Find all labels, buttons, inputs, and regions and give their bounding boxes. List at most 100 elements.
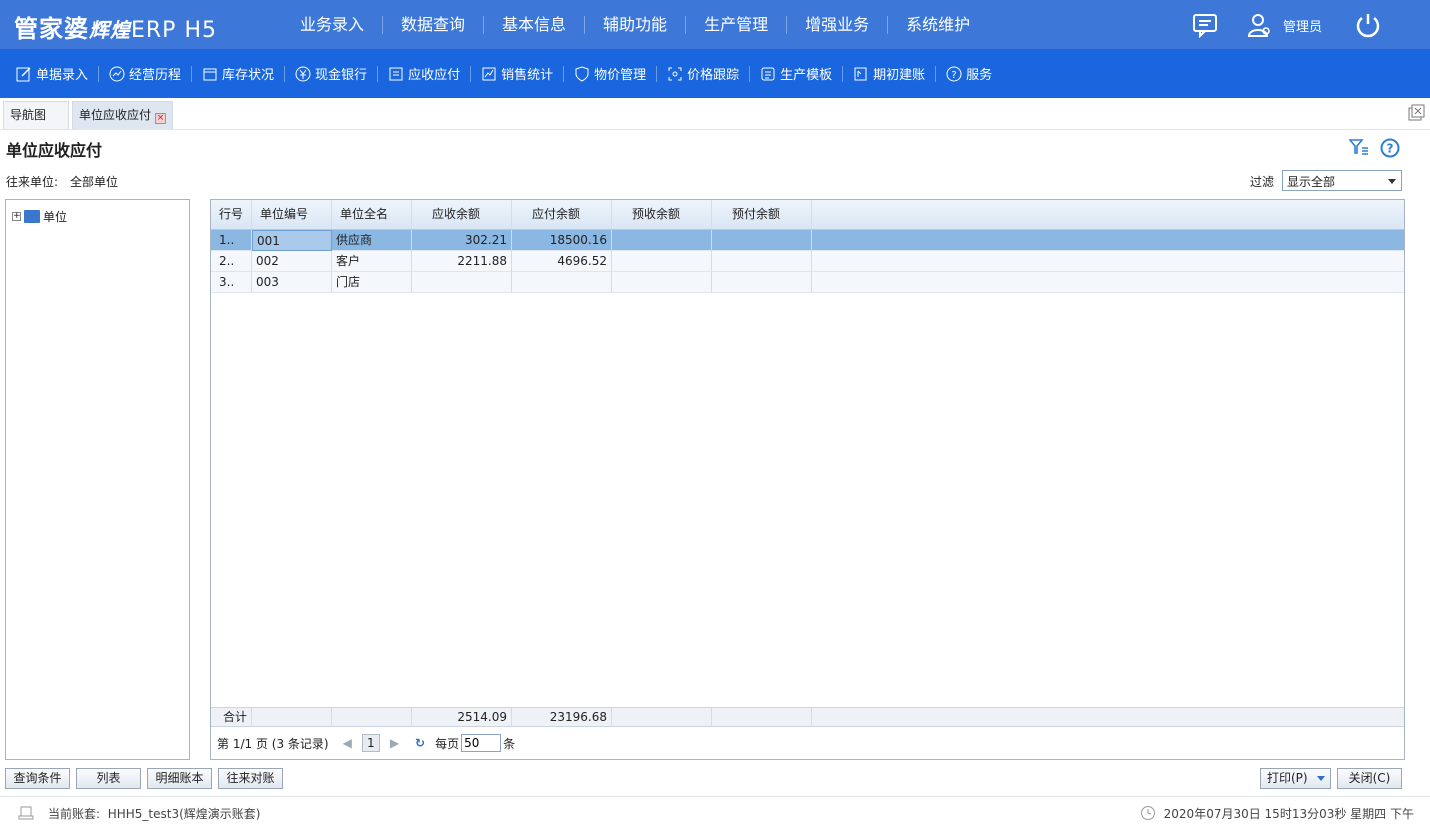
cell-advance-paid[interactable] [712, 251, 812, 272]
tool-opening-accounts[interactable]: 期初建账 [843, 65, 937, 83]
pager-summary: 第 1/1 页 (3 条记录) [217, 736, 329, 751]
cell-payable[interactable]: 18500.16 [512, 230, 612, 251]
col-header-payable[interactable]: 应付余额 [512, 200, 612, 229]
current-page[interactable]: 1 [361, 734, 380, 752]
total-advance-paid [712, 708, 812, 727]
tool-inventory-status[interactable]: 库存状况 [192, 65, 286, 83]
reconcile-button[interactable]: 往来对账 [218, 768, 283, 789]
close-all-tabs-icon[interactable] [1407, 104, 1425, 122]
template-icon [761, 67, 775, 80]
total-name [332, 708, 412, 727]
cell-advance-received[interactable] [612, 230, 712, 251]
per-page-input[interactable] [461, 734, 502, 752]
per-page-unit: 条 [503, 736, 516, 751]
user-name[interactable]: 管理员 [1283, 16, 1322, 35]
pager: 第 1/1 页 (3 条记录) ◀ 1 ▶ ↻ 每页 条 [211, 727, 1404, 759]
nav-business-entry[interactable]: 业务录入 [282, 15, 384, 34]
tool-production-template[interactable]: 生产模板 [750, 65, 844, 83]
unit-tree: + 单位 [5, 199, 190, 760]
col-header-name[interactable]: 单位全名 [332, 200, 412, 229]
next-page-icon[interactable]: ▶ [390, 736, 399, 750]
tool-business-history[interactable]: 经营历程 [99, 65, 193, 83]
cell-advance-paid[interactable] [712, 230, 812, 251]
user-icon[interactable] [1246, 12, 1272, 38]
nav-system[interactable]: 系统维护 [888, 15, 988, 34]
cell-receivable[interactable]: 302.21 [412, 230, 512, 251]
tool-voucher-entry[interactable]: 单据录入 [6, 65, 100, 83]
print-dropdown-icon[interactable] [1317, 776, 1325, 781]
cell-code[interactable]: 003 [252, 272, 332, 293]
col-header-receivable[interactable]: 应收余额 [412, 200, 512, 229]
cell-advance-paid[interactable] [712, 272, 812, 293]
nav-enhanced[interactable]: 增强业务 [787, 15, 889, 34]
list-button[interactable]: 列表 [76, 768, 141, 789]
message-icon[interactable] [1192, 12, 1218, 38]
expand-icon[interactable]: + [12, 212, 21, 221]
tool-price-tracking[interactable]: 价格跟踪 [657, 65, 751, 83]
refresh-icon[interactable]: ↻ [415, 736, 425, 750]
cell-name[interactable]: 客户 [332, 251, 412, 272]
table-row[interactable]: 2.. 002 客户 2211.88 4696.52 [211, 251, 1404, 272]
nav-data-query[interactable]: 数据查询 [383, 15, 485, 34]
cell-receivable[interactable]: 2211.88 [412, 251, 512, 272]
filter-select[interactable]: 显示全部 [1282, 170, 1402, 191]
cell-row: 2.. [211, 251, 252, 272]
nav-production[interactable]: 生产管理 [686, 15, 788, 34]
prev-page-icon[interactable]: ◀ [343, 736, 352, 750]
ledger-icon [389, 67, 403, 80]
table-row[interactable]: 1.. 001 供应商 302.21 18500.16 [211, 230, 1404, 251]
per-page-label: 每页 [435, 736, 460, 751]
quick-toolbar: 单据录入 经营历程 库存状况 现金银行 应收应付 销售统计 物价管理 价格跟踪 … [0, 49, 1430, 98]
table-header: 行号 单位编号 单位全名 应收余额 应付余额 预收余额 预付余额 [211, 200, 1404, 230]
cell-name[interactable]: 供应商 [332, 230, 412, 251]
cell-advance-received[interactable] [612, 272, 712, 293]
tool-sales-stats[interactable]: 销售统计 [471, 65, 565, 83]
status-bar: 当前账套: HHH5_test3(辉煌演示账套) 2020年07月30日 15时… [0, 796, 1430, 827]
tool-cash-bank[interactable]: 现金银行 [285, 65, 379, 83]
col-header-code[interactable]: 单位编号 [252, 200, 332, 229]
col-header-advance-received[interactable]: 预收余额 [612, 200, 712, 229]
total-row: 合计 2514.09 23196.68 [211, 707, 1404, 727]
cell-advance-received[interactable] [612, 251, 712, 272]
cell-payable[interactable] [512, 272, 612, 293]
cell-row: 3.. [211, 272, 252, 293]
total-label: 合计 [211, 708, 252, 727]
cell-code[interactable]: 002 [252, 251, 332, 272]
chevron-down-icon [1388, 179, 1396, 184]
table-row[interactable]: 3.. 003 门店 [211, 272, 1404, 293]
col-header-advance-paid[interactable]: 预付余额 [712, 200, 812, 229]
tab-navigation[interactable]: 导航图 [3, 101, 69, 129]
detail-ledger-button[interactable]: 明细账本 [147, 768, 212, 789]
account-info: 当前账套: HHH5_test3(辉煌演示账套) [48, 807, 261, 821]
stats-icon [482, 67, 496, 80]
cell-payable[interactable]: 4696.52 [512, 251, 612, 272]
total-code [252, 708, 332, 727]
col-header-row[interactable]: 行号 [211, 200, 252, 229]
tree-node-root[interactable]: + 单位 [12, 208, 67, 225]
datetime: 2020年07月30日 15时13分03秒 星期四 下午 [1163, 807, 1414, 821]
nav-basic-info[interactable]: 基本信息 [484, 15, 586, 34]
help-icon[interactable]: ? [1380, 138, 1400, 158]
close-tab-icon[interactable]: × [155, 113, 167, 124]
query-conditions-button[interactable]: 查询条件 [5, 768, 70, 789]
filter-icon[interactable] [1349, 138, 1369, 156]
cell-name[interactable]: 门店 [332, 272, 412, 293]
tool-receivable-payable[interactable]: 应收应付 [378, 65, 472, 83]
tool-price-management[interactable]: 物价管理 [564, 65, 658, 83]
filter-label: 过滤 [1250, 175, 1275, 189]
unit-filter-line: 往来单位: 全部单位 [6, 173, 130, 190]
power-icon[interactable] [1355, 12, 1381, 38]
tool-service[interactable]: ? 服务 [936, 66, 1002, 83]
store-icon [203, 68, 217, 80]
data-grid: 行号 单位编号 单位全名 应收余额 应付余额 预收余额 预付余额 1.. 001… [210, 199, 1405, 760]
unit-value[interactable]: 全部单位 [70, 175, 118, 189]
print-button[interactable]: 打印(P) [1260, 768, 1331, 789]
account-icon [18, 806, 34, 820]
tab-receivable-payable[interactable]: 单位应收应付 × [72, 101, 173, 129]
clock-icon [1141, 806, 1155, 820]
cell-code[interactable]: 001 [252, 230, 332, 251]
page-title: 单位应收应付 [6, 141, 103, 160]
nav-auxiliary[interactable]: 辅助功能 [585, 15, 687, 34]
close-button[interactable]: 关闭(C) [1337, 768, 1402, 789]
cell-receivable[interactable] [412, 272, 512, 293]
